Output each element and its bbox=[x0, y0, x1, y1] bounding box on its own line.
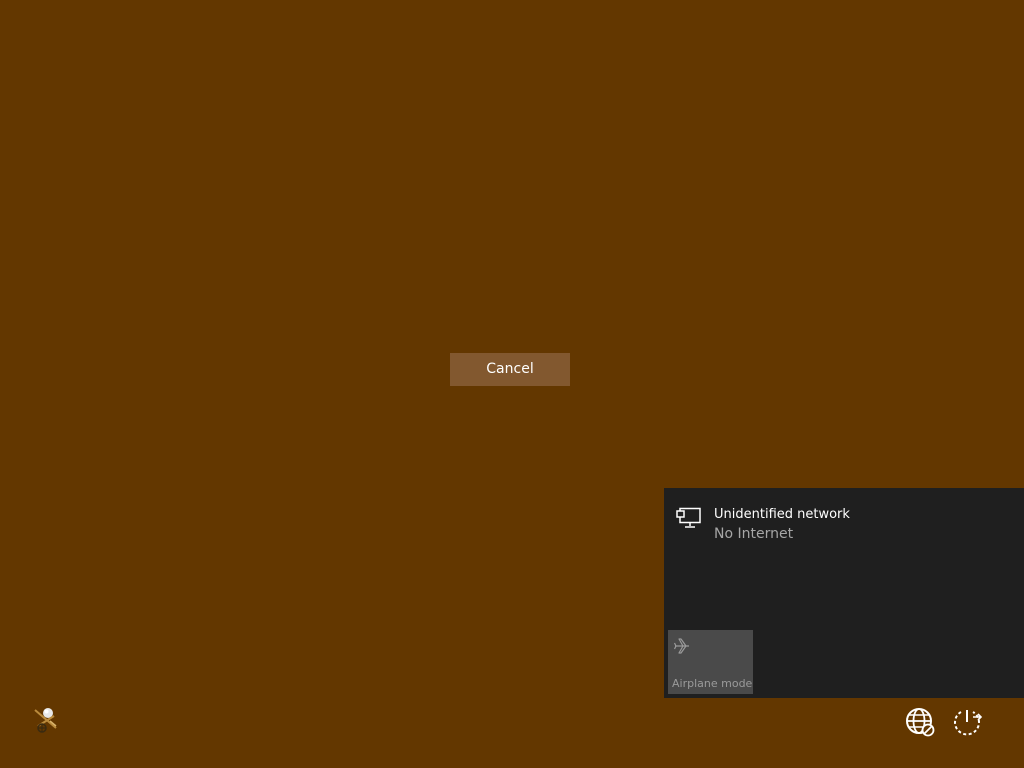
airplane-mode-toggle[interactable]: Airplane mode bbox=[668, 630, 753, 694]
wired-network-icon bbox=[676, 507, 702, 529]
ease-of-access-icon[interactable] bbox=[30, 704, 62, 736]
network-name: Unidentified network bbox=[714, 507, 850, 522]
airplane-mode-label: Airplane mode bbox=[672, 677, 753, 690]
airplane-icon bbox=[673, 637, 691, 655]
network-list-item[interactable]: Unidentified network No Internet bbox=[664, 488, 1024, 550]
power-icon[interactable] bbox=[951, 706, 983, 738]
lock-screen: Cancel Unidentified network No Internet … bbox=[0, 0, 1024, 768]
network-flyout: Unidentified network No Internet Airplan… bbox=[664, 488, 1024, 698]
cancel-button[interactable]: Cancel bbox=[450, 353, 570, 386]
network-status: No Internet bbox=[714, 526, 794, 542]
network-no-internet-icon[interactable] bbox=[904, 706, 936, 738]
